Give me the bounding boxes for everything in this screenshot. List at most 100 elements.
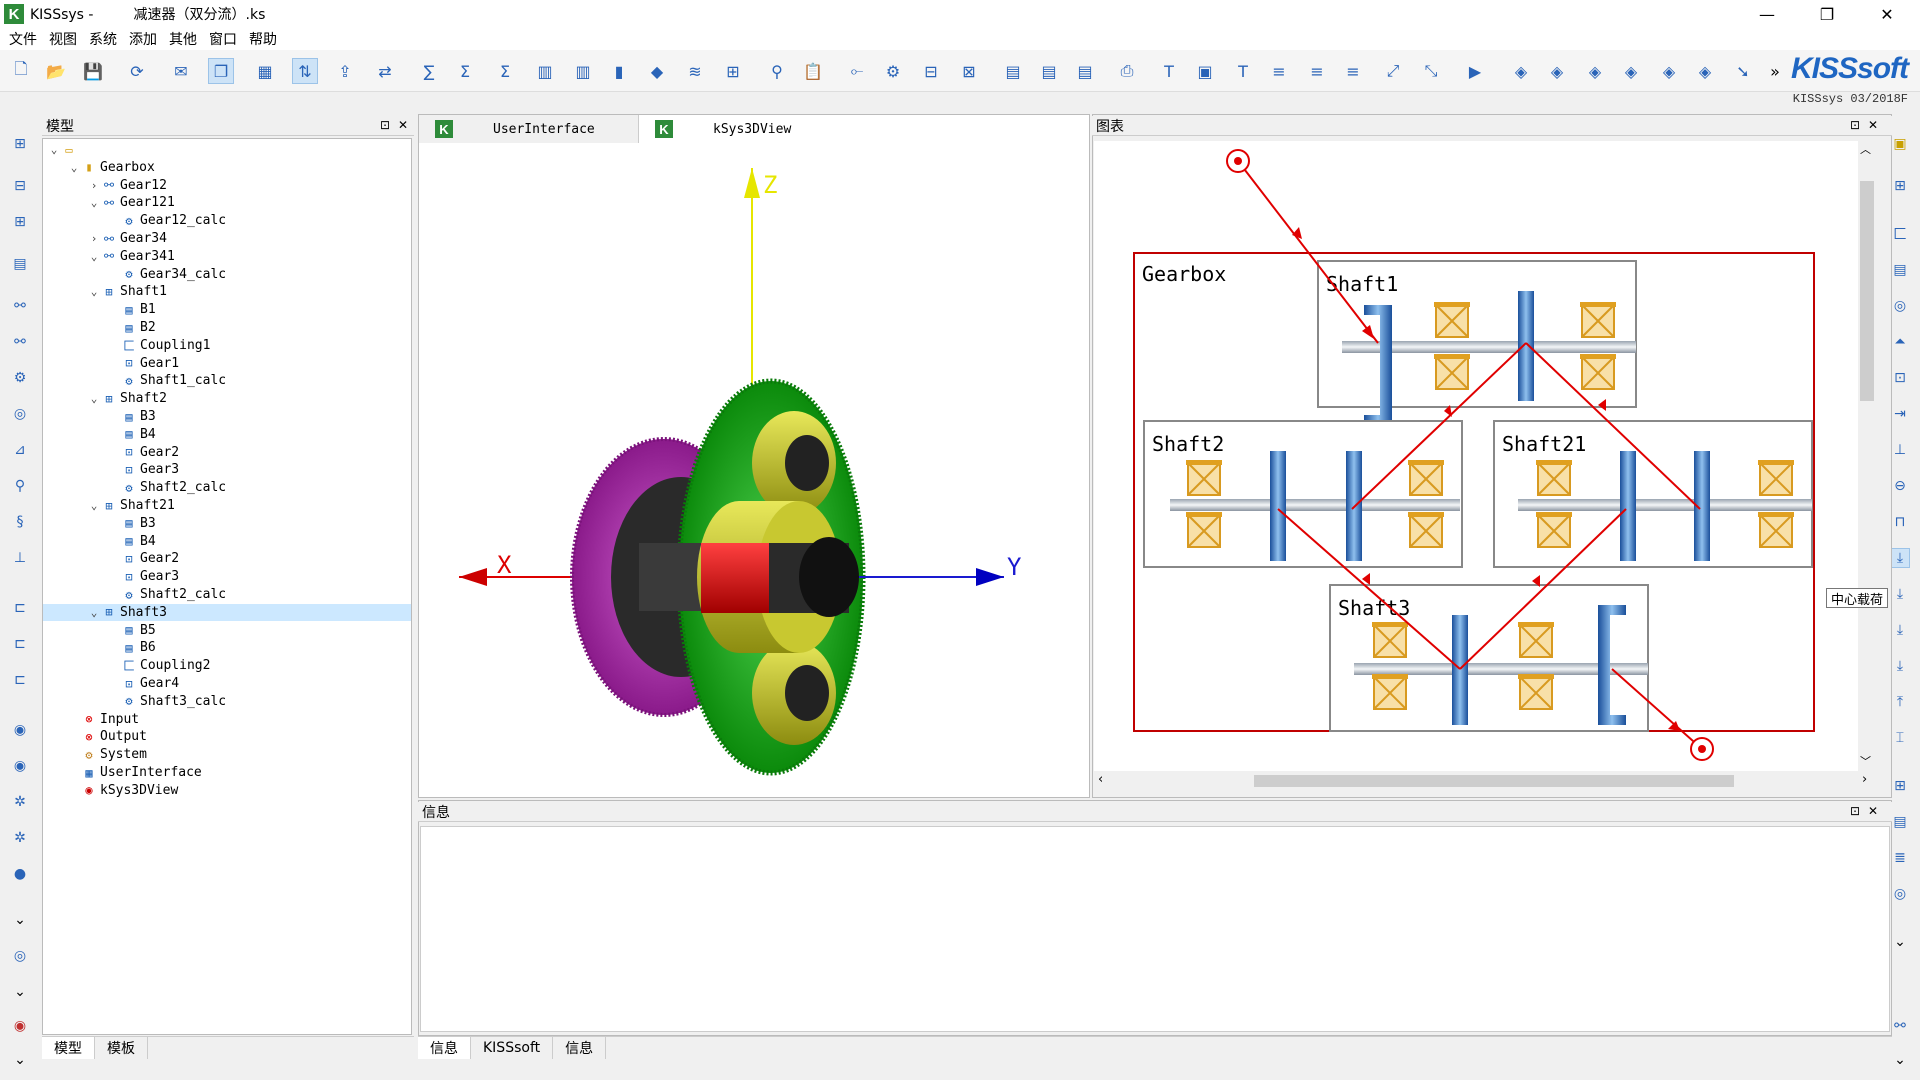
measure-tool-icon[interactable]: ⊥ xyxy=(10,548,30,568)
disc-r1-icon[interactable]: ⊖ xyxy=(1890,476,1910,496)
tab-ksys3dview[interactable]: K kSys3DView xyxy=(639,115,859,143)
tree-expander-icon[interactable]: ⌄ xyxy=(87,285,101,298)
gear-add-icon[interactable]: ⚙ xyxy=(880,58,906,84)
more-tools-chevron-icon[interactable]: ⌄ xyxy=(10,910,30,930)
tab-info-2[interactable]: 信息 xyxy=(553,1036,607,1059)
probe-icon[interactable]: ⚲ xyxy=(764,58,790,84)
menu-view[interactable]: 视图 xyxy=(46,29,86,49)
load-r4-icon[interactable]: ⤓ xyxy=(1890,656,1910,676)
system-diagram-canvas[interactable]: Gearbox Shaft1 Shaft2 Shaft21 Shaft3 xyxy=(1094,141,1858,771)
tree-expander-icon[interactable]: ⌄ xyxy=(87,392,101,405)
ring-tool-icon[interactable]: ◉ xyxy=(10,720,30,740)
shaft-r2-icon[interactable]: ⊞ xyxy=(1890,776,1910,796)
menu-add[interactable]: 添加 xyxy=(126,29,166,49)
output-node-icon[interactable] xyxy=(1690,737,1714,761)
menu-help[interactable]: 帮助 xyxy=(246,29,286,49)
arrow-r1-icon[interactable]: ⇥ xyxy=(1890,404,1910,424)
shaft2-block[interactable]: Shaft2 xyxy=(1143,420,1463,568)
cog2-tool-icon[interactable]: ✲ xyxy=(10,828,30,848)
globe-tool-icon[interactable]: ◎ xyxy=(10,404,30,424)
tree-item[interactable]: 匚 Coupling1 xyxy=(107,337,210,354)
text-box-icon[interactable]: T xyxy=(1156,58,1182,84)
scroll-up-icon[interactable]: ︿ xyxy=(1860,141,1871,157)
maximize-button[interactable]: ❐ xyxy=(1804,0,1850,28)
tree-item[interactable]: 匚 Coupling2 xyxy=(107,657,210,674)
tree-item[interactable]: ⊡ Gear3 xyxy=(107,461,179,478)
cube-2-icon[interactable]: ◈ xyxy=(1544,58,1570,84)
cog-tool-icon[interactable]: ✲ xyxy=(10,792,30,812)
tree-item[interactable]: ⊗ Output xyxy=(67,728,147,745)
tree-item[interactable]: ⚙ Shaft1_calc xyxy=(107,372,226,389)
minimize-button[interactable]: — xyxy=(1744,0,1790,28)
tree-expander-icon[interactable]: › xyxy=(87,232,101,245)
lock-tool-icon[interactable]: ▣ xyxy=(1890,134,1910,154)
scroll-down-icon[interactable]: ﹀ xyxy=(1860,753,1871,769)
menu-window[interactable]: 窗口 xyxy=(206,29,246,49)
tab-model[interactable]: 模型 xyxy=(42,1036,95,1059)
bar-colors-icon[interactable]: ▮ xyxy=(606,58,632,84)
tree-item[interactable]: ▤ B1 xyxy=(107,301,155,318)
diagram-horizontal-scrollbar[interactable]: ‹ › xyxy=(1094,771,1876,791)
tree-item[interactable]: ⌄ ⊞ Shaft1 xyxy=(87,283,167,300)
belt-tool-icon[interactable]: ⊏ xyxy=(10,598,30,618)
load-icon[interactable]: ⇄ xyxy=(372,58,398,84)
tree-item[interactable]: ▤ B6 xyxy=(107,639,155,656)
tree-expander-icon[interactable]: ⌄ xyxy=(67,161,81,174)
more-right-chevron-icon[interactable]: ⌄ xyxy=(1890,932,1910,952)
tab-templates[interactable]: 模板 xyxy=(95,1036,148,1059)
toolbar-overflow-icon[interactable]: » xyxy=(1762,58,1788,84)
tree-item[interactable]: ◉ kSys3DView xyxy=(67,782,178,799)
tab-kisssoft[interactable]: KISSsoft xyxy=(471,1036,554,1059)
open-folder-icon[interactable]: 📂 xyxy=(43,58,69,84)
tree-item[interactable]: ⊡ Gear3 xyxy=(107,568,179,585)
more-right2-chevron-icon[interactable]: ⌄ xyxy=(1890,1050,1910,1070)
spiral-r1-icon[interactable]: ◎ xyxy=(1890,884,1910,904)
tree-item[interactable]: ⌄ ▮ Gearbox xyxy=(67,159,155,176)
coupling-r1-icon[interactable]: 匚 xyxy=(1890,224,1910,244)
shaft21-block[interactable]: Shaft21 xyxy=(1493,420,1813,568)
tree-expander-icon[interactable]: › xyxy=(87,179,101,192)
vertical-scroll-thumb[interactable] xyxy=(1860,181,1874,401)
more-tools3-chevron-icon[interactable]: ⌄ xyxy=(10,1050,30,1070)
shaft-add-icon[interactable]: ⊟ xyxy=(918,58,944,84)
tree-item[interactable]: ⚙ Gear34_calc xyxy=(107,266,226,283)
tree-item[interactable]: ▤ B2 xyxy=(107,319,155,336)
horizontal-scroll-thumb[interactable] xyxy=(1254,775,1734,787)
scroll-left-icon[interactable]: ‹ xyxy=(1098,772,1103,787)
window-toggle-icon[interactable]: ❐ xyxy=(208,58,234,84)
chain-tool-icon[interactable]: ⊏ xyxy=(10,634,30,654)
tree-item[interactable]: ⊡ Gear2 xyxy=(107,550,179,567)
tree-item[interactable]: ▤ B3 xyxy=(107,515,155,532)
spring-tool-icon[interactable]: § xyxy=(10,512,30,532)
tree-item[interactable]: › ⚯ Gear34 xyxy=(87,230,167,247)
tree-item[interactable]: ⊡ Gear4 xyxy=(107,675,179,692)
tree-item[interactable]: ▤ B5 xyxy=(107,622,155,639)
bearing-r1-icon[interactable]: ▤ xyxy=(1890,260,1910,280)
disc-tool-icon[interactable]: ● xyxy=(10,864,30,884)
bearing-r2-icon[interactable]: ▤ xyxy=(1890,812,1910,832)
cube-5-icon[interactable]: ◈ xyxy=(1656,58,1682,84)
cone-r1-icon[interactable]: ⏶ xyxy=(1890,332,1910,352)
tree-item[interactable]: ▤ B4 xyxy=(107,426,155,443)
link-r1-icon[interactable]: ⚯ xyxy=(1890,1016,1910,1036)
more-tools2-chevron-icon[interactable]: ⌄ xyxy=(10,982,30,1002)
connector-icon[interactable]: ⟜ xyxy=(844,58,870,84)
sum-icon[interactable]: Σ xyxy=(452,58,478,84)
refresh-icon[interactable]: ⟳ xyxy=(124,58,150,84)
diamond-icon[interactable]: ◆ xyxy=(644,58,670,84)
tree-item[interactable]: ⌄ ⊞ Shaft2 xyxy=(87,390,167,407)
link-tool-icon[interactable]: ⊏ xyxy=(10,670,30,690)
tree-item[interactable]: ⚙ Gear12_calc xyxy=(107,212,226,229)
wave-icon[interactable]: ≋ xyxy=(682,58,708,84)
bracket-r1-icon[interactable]: ⊓ xyxy=(1890,512,1910,532)
cube-1-icon[interactable]: ◈ xyxy=(1508,58,1534,84)
gear-r2-icon[interactable]: ⊥ xyxy=(1890,440,1910,460)
tree-item[interactable]: ⌄ ⚯ Gear341 xyxy=(87,248,175,265)
tree-item[interactable]: › ⚯ Gear12 xyxy=(87,177,167,194)
chart-bar-icon[interactable]: ▥ xyxy=(532,58,558,84)
close-button[interactable]: ✕ xyxy=(1864,0,1910,28)
tree-expander-icon[interactable]: ⌄ xyxy=(87,606,101,619)
network-icon[interactable]: ⊞ xyxy=(720,58,746,84)
tree-item[interactable]: ⚙ System xyxy=(67,746,147,763)
align-left-icon[interactable]: ≡ xyxy=(1266,58,1292,84)
